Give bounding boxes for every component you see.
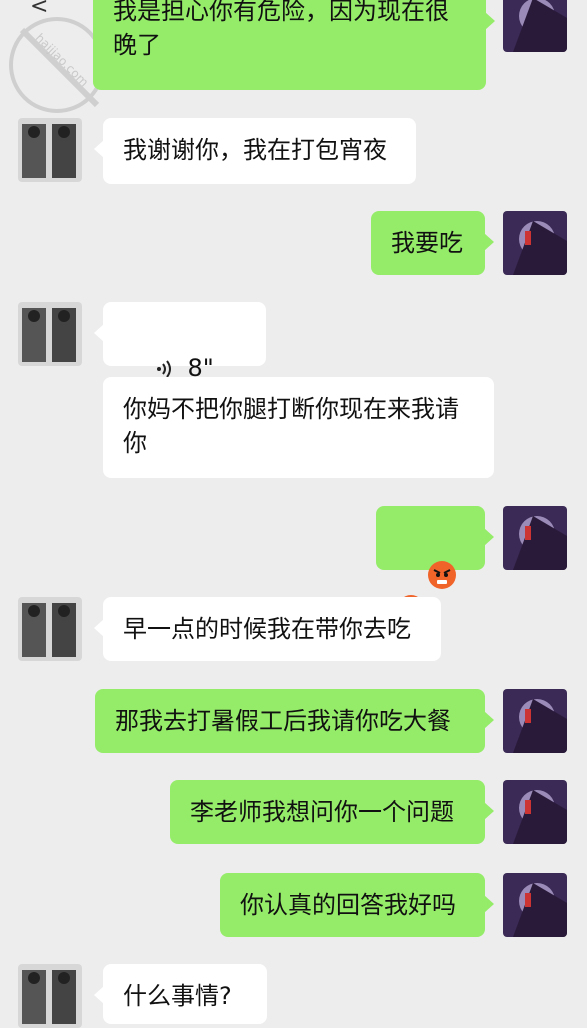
avatar[interactable] — [503, 873, 567, 937]
back-button[interactable]: < — [30, 0, 48, 19]
message-bubble[interactable]: 你妈不把你腿打断你现在来我请 你 — [103, 377, 494, 478]
message-bubble[interactable]: 我谢谢你，我在打包宵夜 — [94, 118, 416, 184]
message-bubble[interactable]: 那我去打暑假工后我请你吃大餐 — [95, 689, 494, 753]
message-bubble[interactable]: 我是担心你有危险，因为现在很 晚了 — [93, 0, 495, 90]
avatar[interactable] — [503, 211, 567, 275]
avatar[interactable] — [503, 0, 567, 52]
message-bubble[interactable]: 李老师我想问你一个问题 — [170, 780, 494, 844]
avatar[interactable] — [18, 302, 82, 366]
angry-face-icon — [427, 561, 456, 589]
avatar[interactable] — [18, 964, 82, 1028]
message-bubble[interactable]: 我要吃 — [371, 211, 494, 275]
avatar[interactable] — [503, 780, 567, 844]
avatar[interactable] — [18, 118, 82, 182]
avatar[interactable] — [503, 689, 567, 753]
message-bubble[interactable]: 什么事情? — [94, 964, 267, 1024]
voice-message-bubble[interactable]: 8" — [94, 302, 266, 382]
message-bubble[interactable]: 早一点的时候我在带你去吃 — [94, 597, 441, 661]
emoji-message-bubble[interactable] — [376, 506, 494, 623]
avatar[interactable] — [18, 597, 82, 661]
svg-text:haijiao.com: haijiao.com — [33, 31, 92, 90]
avatar[interactable] — [503, 506, 567, 570]
message-bubble[interactable]: 你认真的回答我好吗 — [220, 873, 494, 937]
